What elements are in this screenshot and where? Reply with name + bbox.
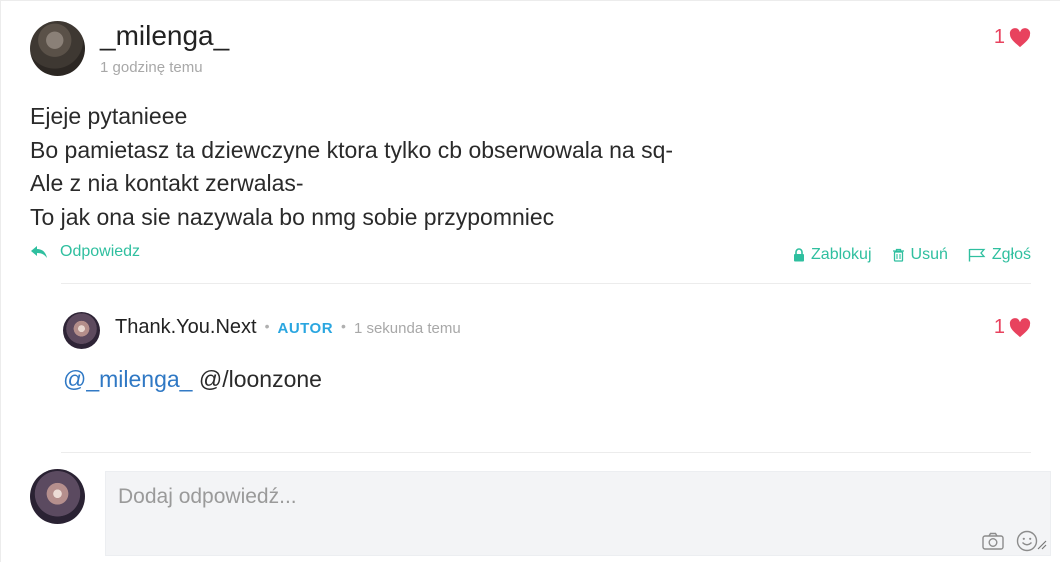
resize-handle-icon[interactable]	[1037, 540, 1047, 550]
reply-timestamp: 1 sekunda temu	[353, 320, 461, 337]
reply-avatar[interactable]	[63, 312, 100, 349]
top-border	[1, 0, 1060, 1]
separator-dot: •	[264, 318, 270, 334]
reply-arrow-icon	[31, 246, 47, 258]
separator-dot: •	[341, 318, 346, 334]
mention-link[interactable]: @_milenga_	[63, 366, 192, 392]
post-actions: Zablokuj Usuń Zgłoś	[793, 246, 1031, 264]
post-text: Ejeje pytanieee Bo pamietasz ta dziewczy…	[30, 100, 673, 234]
like-count: 1	[993, 316, 1005, 338]
reply-username[interactable]: Thank.You.Next	[115, 316, 257, 339]
comment-thread: _milenga_ 1 godzinę temu 1 Ejeje pytanie…	[0, 0, 1060, 562]
divider	[61, 283, 1031, 284]
reply-input-placeholder: Dodaj odpowiedź...	[118, 485, 297, 508]
delete-button[interactable]: Usuń	[892, 246, 948, 264]
smiley-icon[interactable]	[1016, 530, 1038, 552]
avatar[interactable]	[30, 21, 85, 76]
lock-icon	[794, 248, 805, 262]
post-username[interactable]: _milenga_	[100, 20, 229, 52]
trash-icon	[892, 248, 904, 262]
report-button[interactable]: Zgłoś	[968, 246, 1031, 264]
camera-icon[interactable]	[982, 532, 1004, 550]
post-line: Ejeje pytanieee	[30, 103, 188, 129]
reply-text-rest: @/loonzone	[192, 366, 322, 392]
delete-label: Usuń	[910, 246, 948, 263]
reply-text: @_milenga_ @/loonzone	[63, 366, 322, 393]
current-user-avatar	[30, 469, 85, 524]
compose-tools	[982, 530, 1038, 552]
reply-label: Odpowiedz	[60, 243, 141, 260]
post-line: To jak ona sie nazywala bo nmg sobie prz…	[30, 203, 555, 230]
post-timestamp: 1 godzinę temu	[100, 59, 203, 76]
block-label: Zablokuj	[811, 246, 872, 263]
reply-like-button[interactable]: 1	[994, 316, 1031, 339]
heart-icon	[1009, 27, 1031, 47]
divider	[61, 452, 1031, 453]
author-badge: AUTOR	[277, 320, 334, 337]
post-line: Ale z nia kontakt zerwalas-	[30, 170, 304, 196]
post-like-button[interactable]: 1	[994, 26, 1031, 49]
heart-icon	[1009, 317, 1031, 337]
block-button[interactable]: Zablokuj	[793, 246, 872, 264]
like-count: 1	[993, 26, 1005, 48]
reply-button[interactable]: Odpowiedz	[30, 243, 140, 261]
report-label: Zgłoś	[991, 246, 1031, 263]
post-line: Bo pamietasz ta dziewczyne ktora tylko c…	[30, 136, 674, 163]
reply-input[interactable]: Dodaj odpowiedź...	[105, 471, 1051, 556]
reply-header: Thank.You.Next • AUTOR • 1 sekunda temu	[115, 316, 461, 339]
flag-icon	[968, 248, 986, 262]
